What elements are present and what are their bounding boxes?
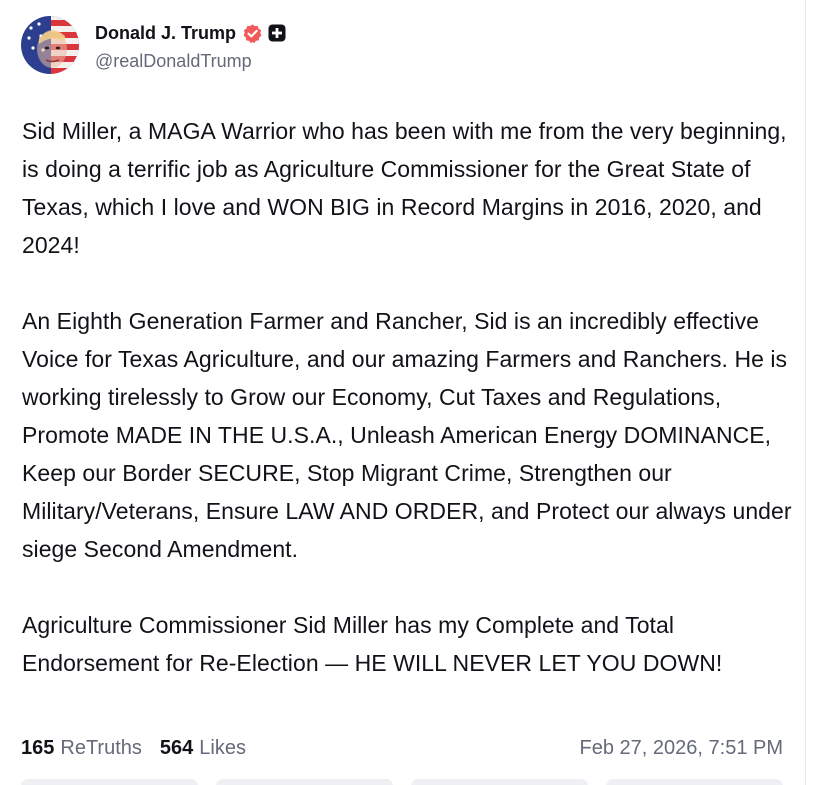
post-page: Donald J. Trump @realDonaldTrump Sid Mil…	[0, 0, 825, 785]
avatar-image	[21, 16, 79, 74]
retruth-button[interactable]	[216, 779, 393, 785]
like-button[interactable]	[411, 779, 588, 785]
verified-badge-icon	[242, 23, 263, 44]
retruths-count: 165	[21, 736, 55, 759]
share-button[interactable]	[606, 779, 783, 785]
author-handle[interactable]: @realDonaldTrump	[95, 51, 286, 72]
likes-stat[interactable]: 564 Likes	[160, 737, 246, 760]
post-paragraph-2: An Eighth Generation Farmer and Rancher,…	[22, 308, 792, 562]
plus-badge-icon	[268, 24, 286, 42]
retruths-stat[interactable]: 165 ReTruths	[21, 737, 142, 760]
author-name-row: Donald J. Trump	[95, 22, 286, 44]
avatar[interactable]	[21, 16, 79, 74]
likes-count: 564	[159, 736, 194, 759]
column-divider	[805, 0, 806, 785]
author-info: Donald J. Trump @realDonaldTrump	[95, 16, 286, 76]
likes-label: Likes	[199, 736, 246, 759]
reply-button[interactable]	[21, 779, 198, 785]
post-paragraph-1: Sid Miller, a MAGA Warrior who has been …	[22, 118, 787, 258]
author-display-name[interactable]: Donald J. Trump	[95, 23, 236, 44]
post-paragraph-3: Agriculture Commissioner Sid Miller has …	[22, 612, 723, 676]
retruths-label: ReTruths	[60, 736, 142, 759]
post-timestamp[interactable]: Feb 27, 2026, 7:51 PM	[580, 737, 783, 760]
post-action-bar	[21, 779, 783, 785]
post-header: Donald J. Trump @realDonaldTrump	[21, 16, 286, 76]
post-footer: 165 ReTruths 564 Likes Feb 27, 2026, 7:5…	[21, 735, 783, 761]
post-body: Sid Miller, a MAGA Warrior who has been …	[22, 112, 792, 682]
